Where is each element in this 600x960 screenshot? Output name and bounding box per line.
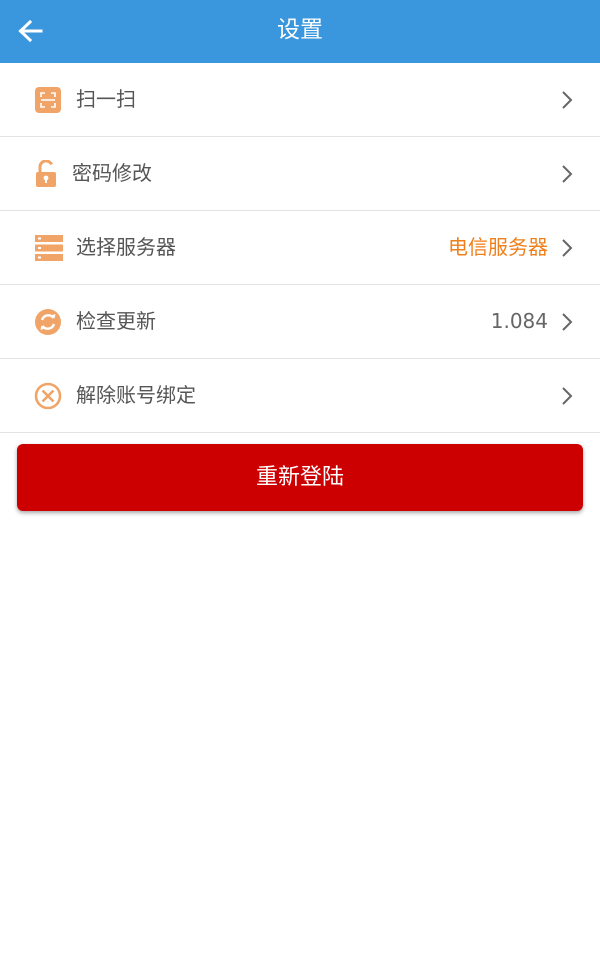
unbind-icon: [34, 382, 62, 410]
version-value: 1.084: [490, 309, 548, 333]
settings-item-label: 密码修改: [72, 161, 152, 185]
chevron-right-icon: [560, 385, 574, 407]
app-header: 设置: [0, 0, 600, 63]
settings-item-label: 检查更新: [76, 309, 156, 333]
relogin-button[interactable]: 重新登陆: [17, 444, 583, 511]
page-title: 设置: [277, 17, 323, 43]
settings-item-update[interactable]: 检查更新 1.084: [0, 285, 600, 359]
settings-item-unbind[interactable]: 解除账号绑定: [0, 359, 600, 433]
server-value: 电信服务器: [448, 235, 548, 259]
unlock-icon: [32, 160, 60, 188]
chevron-right-icon: [560, 163, 574, 185]
chevron-right-icon: [560, 311, 574, 333]
server-icon: [34, 234, 64, 262]
settings-item-password[interactable]: 密码修改: [0, 137, 600, 211]
settings-item-label: 解除账号绑定: [76, 383, 196, 407]
settings-list: 扫一扫 密码修改 选择服务器 电信服务器 检查更新 1.084 解除账号绑定: [0, 63, 600, 433]
settings-item-scan[interactable]: 扫一扫: [0, 63, 600, 137]
chevron-right-icon: [560, 237, 574, 259]
scan-icon: [34, 86, 62, 114]
settings-item-label: 扫一扫: [76, 87, 136, 111]
settings-item-server[interactable]: 选择服务器 电信服务器: [0, 211, 600, 285]
settings-screen: 设置 扫一扫 密码修改 选择服务器 电信服务器 检查更新 1.084 解除账号绑…: [0, 0, 600, 960]
refresh-icon: [34, 308, 62, 336]
settings-item-label: 选择服务器: [76, 235, 176, 259]
chevron-right-icon: [560, 89, 574, 111]
